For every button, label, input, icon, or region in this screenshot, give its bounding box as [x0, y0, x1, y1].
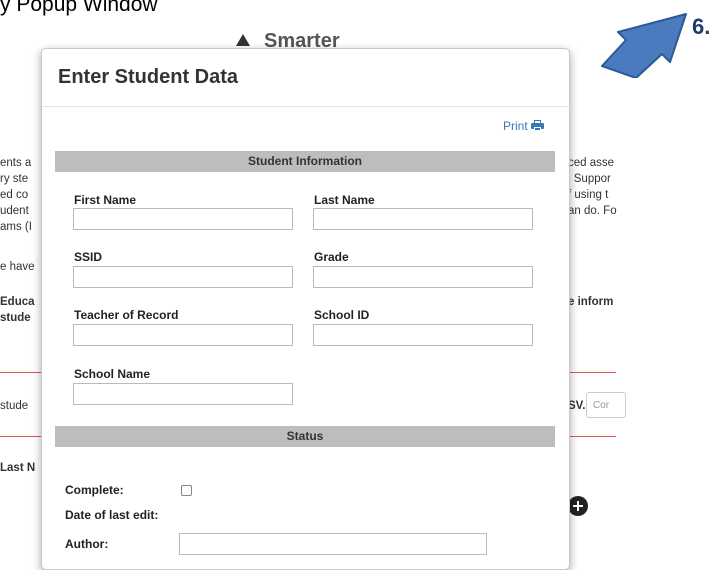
teacher-of-record-input[interactable]	[73, 324, 293, 346]
bg-text-left-7: Educa	[0, 296, 35, 308]
last-name-input[interactable]	[313, 208, 533, 230]
bg-text-left-6: e have	[0, 261, 35, 273]
print-button[interactable]: Print	[503, 119, 544, 133]
bg-text-left-2: ry ste	[0, 173, 29, 185]
enter-student-data-modal: Enter Student Data Print Student Informa…	[41, 48, 570, 570]
date-of-last-edit-label: Date of last edit:	[65, 508, 159, 522]
bg-text-right-1: ced asse	[568, 157, 615, 169]
school-name-label: School Name	[74, 367, 151, 381]
teacher-of-record-label: Teacher of Record	[74, 308, 179, 322]
author-input[interactable]	[179, 533, 487, 555]
add-plus-icon[interactable]	[568, 496, 588, 516]
bg-text-left-9: stude	[0, 400, 29, 412]
school-name-input[interactable]	[73, 383, 293, 405]
bg-text-right-2: l Suppor	[568, 173, 611, 185]
complete-label: Complete:	[65, 483, 124, 497]
school-id-label: School ID	[314, 308, 370, 322]
ssid-input[interactable]	[73, 266, 293, 288]
bg-text-right-3: f using t	[568, 189, 609, 201]
print-label: Print	[503, 119, 528, 133]
bg-text-left-1: ents a	[0, 157, 32, 169]
printer-icon	[530, 120, 544, 131]
bg-text-left-8: stude	[0, 312, 31, 324]
bg-select-input[interactable]: Cor	[586, 392, 626, 418]
first-name-input[interactable]	[73, 208, 293, 230]
caption-text: y Popup Window	[0, 0, 158, 16]
bg-text-right-4: an do. Fo	[568, 205, 617, 217]
bg-text-left-5: ams (I	[0, 221, 32, 233]
section-status: Status	[55, 426, 555, 447]
bg-text-right-6: SV.	[568, 400, 586, 412]
section-student-information: Student Information	[55, 151, 555, 172]
modal-title: Enter Student Data	[58, 66, 239, 88]
first-name-label: First Name	[74, 193, 137, 207]
author-label: Author:	[65, 537, 109, 551]
complete-checkbox[interactable]	[181, 485, 192, 496]
bg-text-left-4: udent	[0, 205, 29, 217]
bg-divider-left-1	[0, 372, 41, 373]
grade-input[interactable]	[313, 266, 533, 288]
bg-divider-right-1	[568, 372, 616, 373]
callout-arrow-icon	[601, 13, 687, 78]
modal-header-divider	[42, 106, 569, 107]
school-id-input[interactable]	[313, 324, 533, 346]
grade-label: Grade	[314, 250, 349, 264]
bg-text-right-5: e inform	[568, 296, 614, 308]
last-name-label: Last Name	[314, 193, 375, 207]
callout-number: 6.	[692, 14, 711, 39]
bg-divider-right-2	[568, 436, 616, 437]
logo-triangle-icon	[236, 34, 250, 46]
ssid-label: SSID	[74, 250, 103, 264]
bg-divider-left-2	[0, 436, 41, 437]
bg-text-left-10: Last N	[0, 462, 36, 474]
bg-text-left-3: ed co	[0, 189, 29, 201]
